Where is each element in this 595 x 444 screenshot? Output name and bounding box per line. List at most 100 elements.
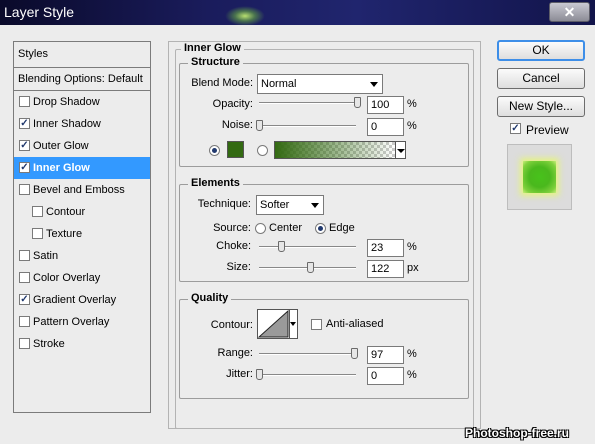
new-style-button[interactable]: New Style... [497, 96, 585, 117]
jitter-input[interactable]: 0 [367, 367, 404, 385]
size-unit: px [407, 262, 419, 274]
style-item-label: Contour [46, 206, 86, 218]
style-checkbox[interactable]: ✓ [19, 118, 30, 129]
technique-value: Softer [260, 199, 290, 211]
chevron-down-icon [370, 82, 378, 87]
style-item-bevel-and-emboss[interactable]: Bevel and Emboss [14, 179, 150, 201]
size-slider-thumb[interactable] [307, 262, 314, 273]
chevron-down-icon [397, 149, 405, 153]
style-checkbox[interactable]: ✓ [19, 140, 30, 151]
style-item-label: Pattern Overlay [33, 316, 110, 328]
source-edge-label: Edge [329, 222, 355, 234]
source-center-radio[interactable] [255, 223, 266, 234]
blending-options-item[interactable]: Blending Options: Default [14, 68, 150, 91]
anti-aliased-label: Anti-aliased [326, 318, 384, 330]
noise-slider-thumb[interactable] [256, 120, 263, 131]
preview-swatch [523, 161, 556, 193]
opacity-label: Opacity: [212, 98, 253, 110]
style-item-gradient-overlay[interactable]: ✓ Gradient Overlay [14, 289, 150, 311]
style-item-label: Satin [33, 250, 59, 262]
style-item-label: Gradient Overlay [33, 294, 117, 306]
anti-aliased-checkbox[interactable] [311, 319, 322, 330]
style-checkbox[interactable] [19, 338, 30, 349]
jitter-slider[interactable] [259, 374, 356, 376]
jitter-label: Jitter: [226, 368, 253, 380]
style-item-contour[interactable]: Contour [14, 201, 150, 223]
preview-label: Preview [526, 123, 569, 137]
gradient-dropdown-button[interactable] [395, 141, 406, 159]
style-item-label: Drop Shadow [33, 96, 100, 108]
style-item-outer-glow[interactable]: ✓ Outer Glow [14, 135, 150, 157]
style-item-label: Texture [46, 228, 83, 240]
style-item-texture[interactable]: Texture [14, 223, 150, 245]
style-item-label: Color Overlay [33, 272, 101, 284]
style-checkbox[interactable]: ✓ [19, 294, 30, 305]
technique-select[interactable]: Softer [256, 195, 324, 215]
style-item-inner-glow[interactable]: ✓ Inner Glow [14, 157, 150, 179]
range-unit: % [407, 348, 417, 360]
style-checkbox[interactable]: ✓ [19, 162, 30, 173]
style-checkbox[interactable] [19, 96, 30, 107]
choke-unit: % [407, 241, 417, 253]
size-input[interactable]: 122 [367, 260, 404, 278]
close-icon: ✕ [563, 3, 576, 20]
style-checkbox[interactable] [19, 316, 30, 327]
range-input[interactable]: 97 [367, 346, 404, 364]
blend-mode-select[interactable]: Normal [257, 74, 383, 94]
jitter-slider-thumb[interactable] [256, 369, 263, 380]
style-item-stroke[interactable]: Stroke [14, 333, 150, 355]
opacity-unit: % [407, 98, 417, 110]
opacity-slider-thumb[interactable] [354, 97, 361, 108]
glow-color-swatch[interactable] [227, 141, 244, 158]
contour-picker[interactable] [257, 309, 290, 339]
preview-checkbox[interactable]: ✓ [510, 123, 521, 134]
noise-slider[interactable] [259, 125, 356, 127]
inner-glow-panel: Inner Glow Structure Blend Mode: Normal … [168, 41, 481, 429]
style-item-label: Outer Glow [33, 140, 89, 152]
style-item-color-overlay[interactable]: Color Overlay [14, 267, 150, 289]
range-slider[interactable] [259, 353, 356, 355]
range-label: Range: [217, 347, 253, 359]
contour-label: Contour: [210, 319, 253, 331]
style-checkbox[interactable] [19, 272, 30, 283]
jitter-unit: % [407, 369, 417, 381]
noise-input[interactable]: 0 [367, 118, 404, 136]
choke-input[interactable]: 23 [367, 239, 404, 257]
choke-slider[interactable] [259, 246, 356, 248]
contour-curve-icon [257, 309, 289, 338]
style-item-drop-shadow[interactable]: Drop Shadow [14, 91, 150, 113]
style-item-label: Inner Glow [33, 162, 90, 174]
styles-header[interactable]: Styles [14, 42, 150, 68]
style-item-pattern-overlay[interactable]: Pattern Overlay [14, 311, 150, 333]
style-item-inner-shadow[interactable]: ✓ Inner Shadow [14, 113, 150, 135]
opacity-input[interactable]: 100 [367, 96, 404, 114]
cancel-button[interactable]: Cancel [497, 68, 585, 89]
opacity-slider[interactable] [259, 102, 356, 104]
range-slider-thumb[interactable] [351, 348, 358, 359]
chevron-down-icon [311, 203, 319, 208]
style-checkbox[interactable] [19, 250, 30, 261]
blend-mode-value: Normal [261, 78, 297, 90]
style-checkbox[interactable] [32, 206, 43, 217]
close-button[interactable]: ✕ [549, 2, 590, 22]
gradient-radio[interactable] [257, 145, 268, 156]
source-label: Source: [213, 222, 251, 234]
style-item-satin[interactable]: Satin [14, 245, 150, 267]
choke-slider-thumb[interactable] [278, 241, 285, 252]
source-edge-radio[interactable] [315, 223, 326, 234]
window-title: Layer Style [4, 4, 75, 20]
preview-thumbnail [507, 144, 572, 210]
blend-mode-label: Blend Mode: [191, 77, 253, 89]
size-label: Size: [226, 261, 251, 273]
color-radio[interactable] [209, 145, 220, 156]
gradient-picker[interactable] [274, 141, 396, 159]
style-checkbox[interactable] [32, 228, 43, 239]
contour-dropdown-button[interactable] [289, 309, 298, 339]
inner-glow-title: Inner Glow [181, 42, 244, 54]
choke-label: Choke: [216, 240, 251, 252]
ok-button[interactable]: OK [497, 40, 585, 61]
watermark: Photoshop-free.ru [465, 426, 569, 440]
style-item-label: Bevel and Emboss [33, 184, 125, 196]
quality-title: Quality [188, 292, 232, 304]
style-checkbox[interactable] [19, 184, 30, 195]
